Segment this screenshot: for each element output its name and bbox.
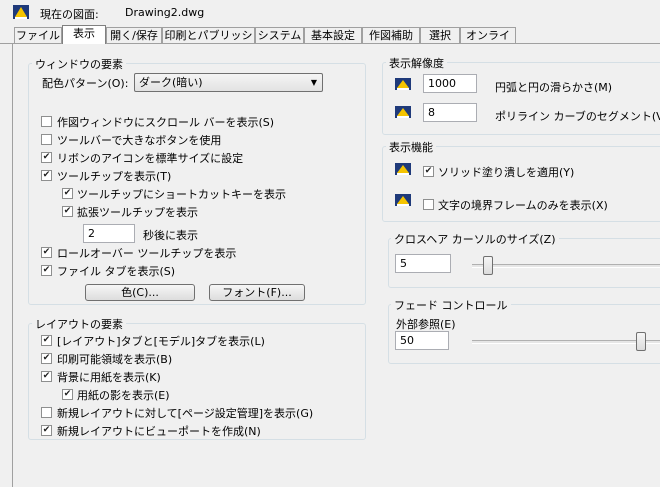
- tab-selection[interactable]: 選択: [420, 27, 460, 43]
- tab-display[interactable]: 表示: [62, 25, 106, 44]
- display-resolution-group: [382, 62, 660, 135]
- xref-fade-label: 外部参照(E): [396, 318, 456, 331]
- tab-drafting[interactable]: 作図補助: [362, 27, 420, 43]
- rollover-checkbox[interactable]: [41, 247, 52, 258]
- printable-area-checkbox[interactable]: [41, 353, 52, 364]
- monitor-icon: [395, 78, 411, 90]
- extended-tooltips-label: 拡張ツールチップを表示: [77, 206, 198, 219]
- colors-button[interactable]: 色(C)...: [85, 284, 195, 301]
- arc-smoothness-input[interactable]: 1000: [423, 74, 477, 93]
- file-tabs-checkbox[interactable]: [41, 265, 52, 276]
- scrollbars-checkbox[interactable]: [41, 116, 52, 127]
- tab-online[interactable]: オンライン: [460, 27, 516, 58]
- monitor-icon: [395, 194, 411, 206]
- create-viewport-label: 新規レイアウトにビューポートを作成(N): [57, 425, 261, 438]
- monitor-icon: [395, 163, 411, 175]
- tooltips-checkbox[interactable]: [41, 170, 52, 181]
- xref-fade-slider-thumb[interactable]: [636, 332, 646, 351]
- paper-shadow-checkbox[interactable]: [62, 389, 73, 400]
- tooltip-delay-input[interactable]: 2: [83, 224, 135, 243]
- window-elements-title: ウィンドウの要素: [32, 56, 126, 72]
- text-frame-checkbox[interactable]: [423, 199, 434, 210]
- drawing-name: Drawing2.dwg: [125, 6, 205, 19]
- tooltip-delay-label: 秒後に表示: [143, 229, 198, 242]
- display-resolution-title: 表示解像度: [386, 55, 447, 71]
- create-viewport-checkbox[interactable]: [41, 425, 52, 436]
- paper-shadow-label: 用紙の影を表示(E): [77, 389, 170, 402]
- page-setup-manager-checkbox[interactable]: [41, 407, 52, 418]
- display-performance-title: 表示機能: [386, 139, 436, 155]
- current-drawing-label: 現在の図面:: [40, 8, 99, 21]
- layout-tabs-label: [レイアウト]タブと[モデル]タブを表示(L): [57, 335, 265, 348]
- crosshair-size-input[interactable]: 5: [395, 254, 451, 273]
- rollover-label: ロールオーバー ツールチップを表示: [57, 247, 237, 260]
- solid-fill-checkbox[interactable]: [423, 166, 434, 177]
- shortcut-keys-label: ツールチップにショートカットキーを表示: [77, 188, 286, 201]
- fonts-button[interactable]: フォント(F)...: [209, 284, 305, 301]
- color-scheme-select[interactable]: ダーク(暗い) ▼: [134, 73, 323, 92]
- polyline-segments-input[interactable]: 8: [423, 103, 477, 122]
- polyline-segments-label: ポリライン カーブのセグメント(V): [495, 110, 660, 123]
- tab-system[interactable]: システム: [255, 27, 304, 43]
- crosshair-size-title: クロスヘア カーソルのサイズ(Z): [391, 231, 559, 247]
- large-buttons-checkbox[interactable]: [41, 134, 52, 145]
- color-scheme-label: 配色パターン(O):: [42, 77, 129, 90]
- scrollbars-label: 作図ウィンドウにスクロール バーを表示(S): [57, 116, 275, 129]
- page-setup-manager-label: 新規レイアウトに対して[ページ設定管理]を表示(G): [57, 407, 314, 420]
- chevron-down-icon: ▼: [310, 78, 317, 87]
- tab-plot-publish[interactable]: 印刷とパブリッシュ: [162, 27, 255, 58]
- extended-tooltips-checkbox[interactable]: [62, 206, 73, 217]
- file-tabs-label: ファイル タブを表示(S): [57, 265, 176, 278]
- crosshair-size-slider-thumb[interactable]: [483, 256, 493, 275]
- layout-tabs-checkbox[interactable]: [41, 335, 52, 346]
- text-frame-label: 文字の境界フレームのみを表示(X): [438, 199, 608, 212]
- tooltips-label: ツールチップを表示(T): [57, 170, 172, 183]
- xref-fade-track: [472, 340, 660, 344]
- fade-control-title: フェード コントロール: [391, 297, 511, 313]
- monitor-icon: [395, 106, 411, 118]
- solid-fill-label: ソリッド塗り潰しを適用(Y): [438, 166, 575, 179]
- crosshair-size-track: [472, 264, 660, 268]
- tab-file[interactable]: ファイル: [14, 27, 62, 43]
- tab-user-preferences[interactable]: 基本設定: [304, 27, 362, 43]
- large-buttons-label: ツールバーで大きなボタンを使用: [57, 134, 222, 147]
- printable-area-label: 印刷可能領域を表示(B): [57, 353, 173, 366]
- layout-elements-title: レイアウトの要素: [32, 316, 126, 332]
- shortcut-keys-checkbox[interactable]: [62, 188, 73, 199]
- tab-open-save[interactable]: 開く/保存: [106, 27, 162, 43]
- ribbon-icons-checkbox[interactable]: [41, 152, 52, 163]
- drawing-file-icon: [13, 5, 29, 19]
- color-scheme-value: ダーク(暗い): [139, 76, 203, 89]
- arc-smoothness-label: 円弧と円の滑らかさ(M): [495, 81, 613, 94]
- ribbon-icons-label: リボンのアイコンを標準サイズに設定: [57, 152, 244, 165]
- paper-background-checkbox[interactable]: [41, 371, 52, 382]
- xref-fade-input[interactable]: 50: [395, 331, 449, 350]
- paper-background-label: 背景に用紙を表示(K): [57, 371, 161, 384]
